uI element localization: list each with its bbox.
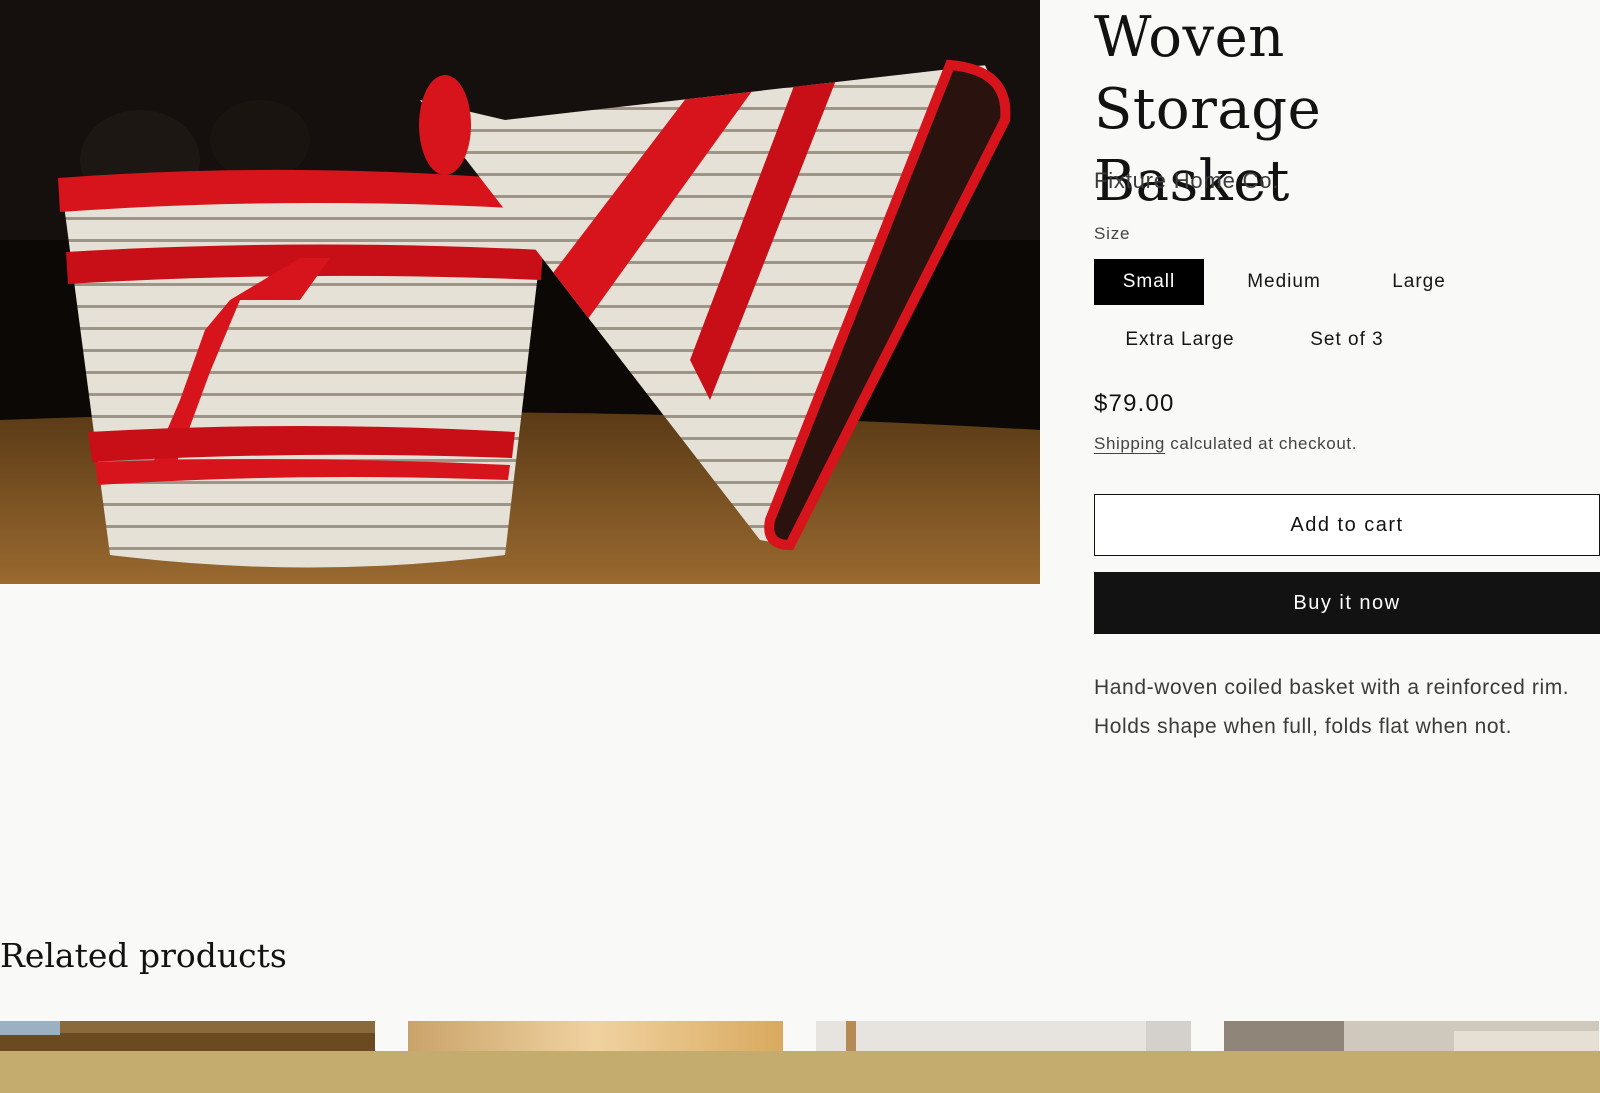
product-price: $79.00 (1094, 390, 1175, 417)
size-option-small[interactable]: Small (1094, 259, 1204, 305)
size-option-set-of-3[interactable]: Set of 3 (1284, 317, 1410, 363)
size-label: Size (1094, 224, 1131, 243)
product-info: Woven Storage Basket Fixture Home Co. Si… (1094, 0, 1600, 738)
vendor-name: Fixture Home Co. (1094, 168, 1280, 193)
size-option-extra-large[interactable]: Extra Large (1094, 317, 1266, 363)
product-description: Hand-woven coiled basket with a reinforc… (1094, 676, 1570, 738)
shipping-link[interactable]: Shipping (1094, 434, 1165, 453)
related-products-title: Related products (0, 936, 287, 975)
shipping-text: calculated at checkout. (1164, 434, 1358, 453)
size-option-medium[interactable]: Medium (1222, 259, 1346, 305)
add-to-cart-button[interactable]: Add to cart (1094, 494, 1600, 556)
size-option-large[interactable]: Large (1364, 259, 1474, 305)
product-image[interactable] (0, 0, 1040, 584)
shipping-note: Shipping calculated at checkout. (1094, 434, 1357, 454)
footer-bar (0, 1051, 1600, 1093)
buy-now-button[interactable]: Buy it now (1094, 572, 1600, 634)
